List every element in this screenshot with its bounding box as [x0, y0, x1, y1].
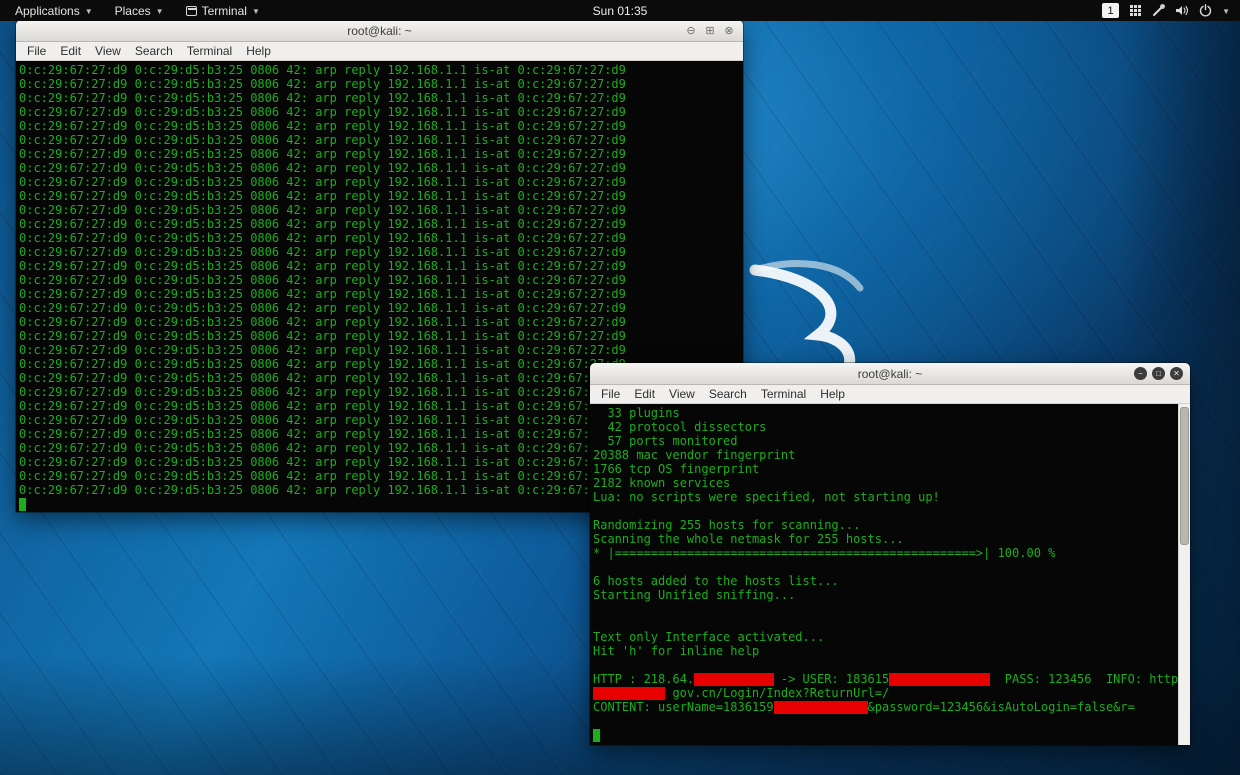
terminal-line: * |=====================================… — [593, 546, 1178, 560]
window2-titlebar[interactable]: root@kali: ~ − □ ✕ — [590, 363, 1190, 385]
clock[interactable]: Sun 01:35 — [593, 4, 648, 18]
terminal-line: 0:c:29:67:27:d9 0:c:29:d5:b3:25 0806 42:… — [19, 231, 743, 245]
chevron-down-icon: ▼ — [252, 7, 260, 16]
terminal-line: 0:c:29:67:27:d9 0:c:29:d5:b3:25 0806 42:… — [19, 301, 743, 315]
terminal-line: 1766 tcp OS fingerprint — [593, 462, 1178, 476]
terminal-line: HTTP : 218.64. -> USER: 183615 PASS: 123… — [593, 672, 1178, 686]
terminal-line: 0:c:29:67:27:d9 0:c:29:d5:b3:25 0806 42:… — [19, 77, 743, 91]
terminal-line: 0:c:29:67:27:d9 0:c:29:d5:b3:25 0806 42:… — [19, 259, 743, 273]
terminal-line — [593, 560, 1178, 574]
terminal-line: 20388 mac vendor fingerprint — [593, 448, 1178, 462]
menu-file[interactable]: File — [594, 385, 627, 403]
terminal-line — [593, 504, 1178, 518]
close-button[interactable]: ✕ — [1170, 367, 1183, 380]
window1-titlebar[interactable]: root@kali: ~ ⊖ ⊞ ⊗ — [16, 20, 743, 42]
places-label: Places — [115, 4, 151, 18]
block-cursor — [19, 498, 26, 511]
window1-title: root@kali: ~ — [347, 24, 412, 38]
terminal-line: 0:c:29:67:27:d9 0:c:29:d5:b3:25 0806 42:… — [19, 119, 743, 133]
terminal-window-ettercap: root@kali: ~ − □ ✕ FileEditViewSearchTer… — [590, 363, 1190, 745]
applications-label: Applications — [15, 4, 80, 18]
terminal-line: 0:c:29:67:27:d9 0:c:29:d5:b3:25 0806 42:… — [19, 175, 743, 189]
window2-menubar: FileEditViewSearchTerminalHelp — [590, 385, 1190, 404]
terminal-line — [593, 616, 1178, 630]
terminal-cursor-line — [593, 728, 1178, 742]
terminal-line: 0:c:29:67:27:d9 0:c:29:d5:b3:25 0806 42:… — [19, 147, 743, 161]
close-button[interactable]: ⊗ — [722, 24, 736, 37]
menu-view[interactable]: View — [662, 385, 702, 403]
top-panel: Applications ▼ Places ▼ Terminal ▼ Sun 0… — [0, 0, 1240, 21]
terminal-line: 42 protocol dissectors — [593, 420, 1178, 434]
minimize-button[interactable]: ⊖ — [684, 24, 698, 37]
terminal-line: Scanning the whole netmask for 255 hosts… — [593, 532, 1178, 546]
terminal-line — [593, 602, 1178, 616]
terminal-appmenu[interactable]: Terminal ▼ — [177, 0, 269, 21]
redaction-box — [694, 673, 773, 686]
terminal-line: 0:c:29:67:27:d9 0:c:29:d5:b3:25 0806 42:… — [19, 315, 743, 329]
terminal-line: CONTENT: userName=1836159&password=12345… — [593, 700, 1178, 714]
applications-menu[interactable]: Applications ▼ — [6, 0, 102, 21]
terminal-line: 0:c:29:67:27:d9 0:c:29:d5:b3:25 0806 42:… — [19, 287, 743, 301]
places-menu[interactable]: Places ▼ — [106, 0, 173, 21]
terminal-line: 6 hosts added to the hosts list... — [593, 574, 1178, 588]
menu-search[interactable]: Search — [128, 42, 180, 60]
terminal-line: 0:c:29:67:27:d9 0:c:29:d5:b3:25 0806 42:… — [19, 105, 743, 119]
minimize-button[interactable]: − — [1134, 367, 1147, 380]
terminal2-body[interactable]: 33 plugins 42 protocol dissectors 57 por… — [590, 404, 1190, 745]
redaction-box — [593, 687, 665, 700]
terminal-line: 0:c:29:67:27:d9 0:c:29:d5:b3:25 0806 42:… — [19, 189, 743, 203]
window1-menubar: FileEditViewSearchTerminalHelp — [16, 42, 743, 61]
terminal-line: 0:c:29:67:27:d9 0:c:29:d5:b3:25 0806 42:… — [19, 245, 743, 259]
terminal-line: Starting Unified sniffing... — [593, 588, 1178, 602]
maximize-button[interactable]: ⊞ — [703, 24, 717, 37]
terminal-line: gov.cn/Login/Index?ReturnUrl=/ — [593, 686, 1178, 700]
workspace-badge[interactable]: 1 — [1102, 3, 1119, 18]
terminal-line: Hit 'h' for inline help — [593, 644, 1178, 658]
terminal-line: 0:c:29:67:27:d9 0:c:29:d5:b3:25 0806 42:… — [19, 329, 743, 343]
terminal-line: Lua: no scripts were specified, not star… — [593, 490, 1178, 504]
terminal-line: 33 plugins — [593, 406, 1178, 420]
terminal-line: Randomizing 255 hosts for scanning... — [593, 518, 1178, 532]
chevron-down-icon: ▼ — [85, 7, 93, 16]
terminal-line: Text only Interface activated... — [593, 630, 1178, 644]
menu-help[interactable]: Help — [239, 42, 278, 60]
scrollbar[interactable] — [1178, 404, 1190, 745]
terminal-line: 57 ports monitored — [593, 434, 1178, 448]
terminal-line: 0:c:29:67:27:d9 0:c:29:d5:b3:25 0806 42:… — [19, 343, 743, 357]
terminal-line: 0:c:29:67:27:d9 0:c:29:d5:b3:25 0806 42:… — [19, 91, 743, 105]
volume-icon[interactable] — [1175, 4, 1189, 17]
menu-search[interactable]: Search — [702, 385, 754, 403]
apps-grid-icon[interactable] — [1129, 4, 1142, 17]
terminal-line — [593, 714, 1178, 728]
redaction-box — [774, 701, 868, 714]
chevron-down-icon[interactable]: ▼ — [1222, 7, 1230, 16]
tools-icon[interactable] — [1152, 4, 1165, 17]
window2-title: root@kali: ~ — [858, 367, 923, 381]
block-cursor — [593, 729, 600, 742]
menu-file[interactable]: File — [20, 42, 53, 60]
power-icon[interactable] — [1199, 4, 1212, 17]
terminal-line: 0:c:29:67:27:d9 0:c:29:d5:b3:25 0806 42:… — [19, 133, 743, 147]
chevron-down-icon: ▼ — [156, 7, 164, 16]
terminal-line: 0:c:29:67:27:d9 0:c:29:d5:b3:25 0806 42:… — [19, 63, 743, 77]
terminal-window-icon — [186, 6, 197, 16]
terminal-line: 0:c:29:67:27:d9 0:c:29:d5:b3:25 0806 42:… — [19, 161, 743, 175]
terminal-line: 2182 known services — [593, 476, 1178, 490]
maximize-button[interactable]: □ — [1152, 367, 1165, 380]
terminal-line: 0:c:29:67:27:d9 0:c:29:d5:b3:25 0806 42:… — [19, 273, 743, 287]
terminal-line: 0:c:29:67:27:d9 0:c:29:d5:b3:25 0806 42:… — [19, 217, 743, 231]
terminal-line: 0:c:29:67:27:d9 0:c:29:d5:b3:25 0806 42:… — [19, 203, 743, 217]
scrollbar-thumb[interactable] — [1180, 407, 1189, 545]
menu-terminal[interactable]: Terminal — [754, 385, 813, 403]
redaction-box — [889, 673, 990, 686]
menu-help[interactable]: Help — [813, 385, 852, 403]
menu-edit[interactable]: Edit — [53, 42, 88, 60]
menu-view[interactable]: View — [88, 42, 128, 60]
terminal-label: Terminal — [202, 4, 247, 18]
menu-edit[interactable]: Edit — [627, 385, 662, 403]
menu-terminal[interactable]: Terminal — [180, 42, 239, 60]
terminal-line — [593, 658, 1178, 672]
